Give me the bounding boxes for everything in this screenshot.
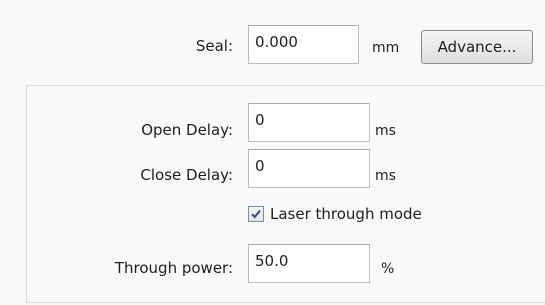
checkmark-icon	[251, 209, 261, 219]
laser-through-mode-checkbox[interactable]	[248, 206, 264, 222]
open-delay-input[interactable]: 0	[248, 103, 370, 142]
seal-input[interactable]: 0.000	[248, 25, 359, 64]
through-power-input[interactable]: 50.0	[248, 244, 370, 283]
open-delay-label: Open Delay:	[141, 121, 233, 139]
through-power-unit: %	[381, 261, 395, 277]
laser-through-mode-label[interactable]: Laser through mode	[270, 204, 422, 224]
close-delay-input[interactable]: 0	[248, 149, 370, 188]
seal-unit: mm	[372, 40, 400, 56]
close-delay-unit: ms	[375, 168, 396, 184]
advance-button[interactable]: Advance...	[421, 30, 533, 64]
seal-section: Seal: 0.000 mm Advance...	[0, 0, 545, 82]
through-power-label: Through power:	[114, 259, 233, 277]
open-delay-unit: ms	[375, 123, 396, 139]
close-delay-label: Close Delay:	[140, 166, 233, 184]
seal-label: Seal:	[195, 37, 233, 55]
